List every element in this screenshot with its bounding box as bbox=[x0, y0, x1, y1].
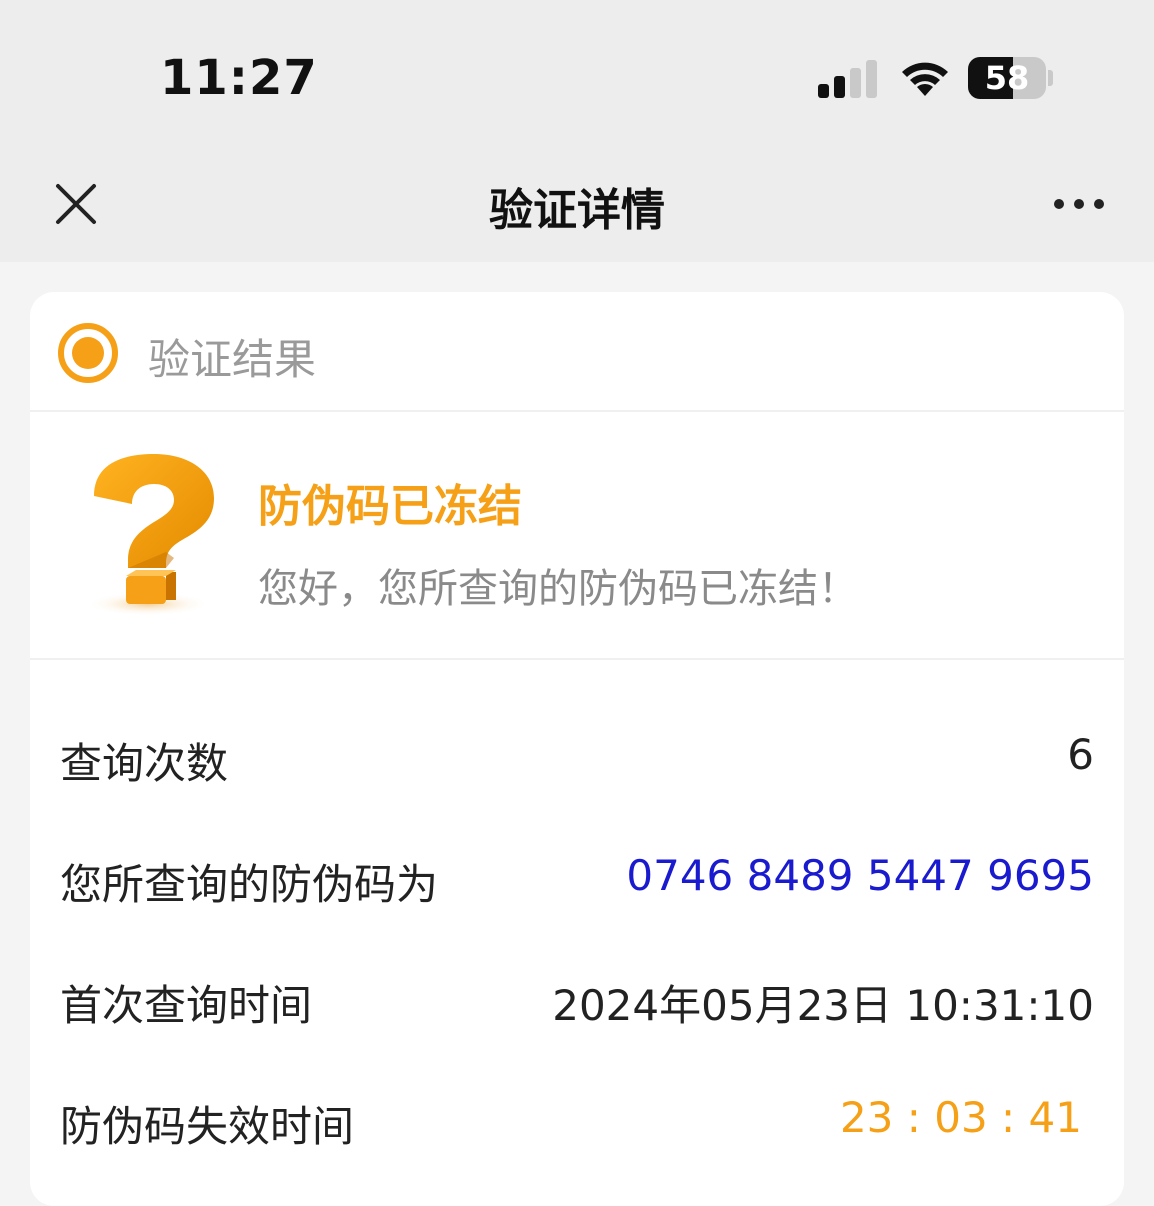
first-query-time: 2024年05月23日 10:31:10 bbox=[552, 981, 1094, 1030]
anti-counterfeit-code[interactable]: 0746 8489 5447 9695 bbox=[626, 851, 1094, 900]
page-content: 验证结果 防伪码已冻结 您好，您所查询的防伪码已冻结！ 查询次数 6 您所查询的… bbox=[0, 262, 1154, 1206]
code-label: 您所查询的防伪码为 bbox=[60, 860, 439, 909]
card-header-label: 验证结果 bbox=[148, 335, 317, 384]
result-description: 您好，您所查询的防伪码已冻结！ bbox=[258, 566, 858, 612]
expiry-label: 防伪码失效时间 bbox=[60, 1102, 355, 1151]
battery-cap bbox=[1048, 70, 1053, 86]
result-section: 防伪码已冻结 您好，您所查询的防伪码已冻结！ bbox=[30, 414, 1124, 660]
first-query-label: 首次查询时间 bbox=[60, 981, 313, 1030]
detail-list: 查询次数 6 您所查询的防伪码为 0746 8489 5447 9695 首次查… bbox=[30, 692, 1124, 1176]
cellular-signal-icon bbox=[818, 58, 878, 98]
result-title: 防伪码已冻结 bbox=[258, 481, 522, 532]
expiry-row: 防伪码失效时间 23 : 03 : 41 bbox=[30, 1055, 1124, 1176]
battery-percent: 58 bbox=[984, 59, 1030, 97]
navigation-bar: 验证详情 bbox=[0, 150, 1154, 262]
more-icon[interactable] bbox=[1050, 190, 1108, 216]
page-title: 验证详情 bbox=[489, 185, 665, 236]
query-count-label: 查询次数 bbox=[60, 739, 229, 788]
status-bar: 11:27 58 bbox=[0, 0, 1154, 150]
expiry-countdown: 23 : 03 : 41 bbox=[839, 1093, 1082, 1142]
query-count-row: 查询次数 6 bbox=[30, 692, 1124, 813]
battery-icon: 58 bbox=[968, 57, 1046, 99]
wifi-icon bbox=[902, 62, 948, 96]
card-header: 验证结果 bbox=[30, 292, 1124, 412]
status-time: 11:27 bbox=[160, 50, 318, 106]
code-row: 您所查询的防伪码为 0746 8489 5447 9695 bbox=[30, 813, 1124, 934]
radio-dot-icon bbox=[58, 323, 118, 383]
verification-card: 验证结果 防伪码已冻结 您好，您所查询的防伪码已冻结！ 查询次数 6 您所查询的… bbox=[30, 292, 1124, 1206]
query-count-value: 6 bbox=[1067, 730, 1094, 779]
first-query-row: 首次查询时间 2024年05月23日 10:31:10 bbox=[30, 934, 1124, 1055]
question-mark-icon bbox=[86, 454, 214, 616]
